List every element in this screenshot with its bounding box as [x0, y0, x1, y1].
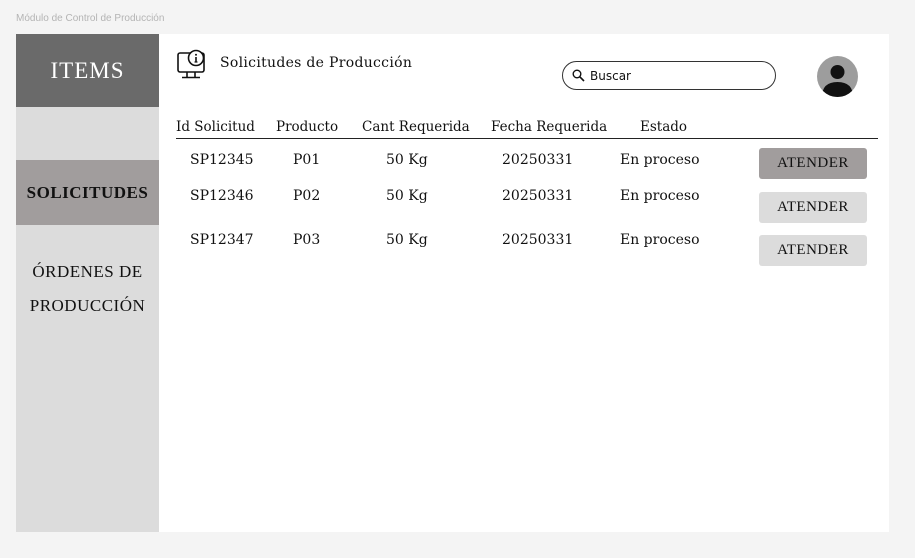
sidebar-item-ordenes-de-produccion[interactable]: ÓRDENES DE PRODUCCIÓN	[16, 256, 159, 322]
column-header-id-solicitud: Id Solicitud	[176, 119, 255, 135]
table-header: Id Solicitud Producto Cant Requerida Fec…	[176, 119, 878, 139]
cell-cantidad: 50 Kg	[386, 188, 428, 204]
sidebar: ITEMS SOLICITUDES ÓRDENES DE PRODUCCIÓN	[16, 34, 159, 532]
atender-button[interactable]: ATENDER	[759, 148, 867, 179]
avatar[interactable]	[817, 56, 858, 97]
column-header-cant-requerida: Cant Requerida	[362, 119, 470, 135]
column-header-estado: Estado	[640, 119, 688, 135]
column-header-fecha-requerida: Fecha Requerida	[491, 119, 608, 135]
column-header-producto: Producto	[276, 119, 339, 135]
cell-fecha: 20250331	[502, 152, 574, 168]
cell-id-solicitud: SP12347	[190, 232, 254, 248]
cell-estado: En proceso	[620, 152, 700, 168]
cell-fecha: 20250331	[502, 188, 574, 204]
app-frame: ITEMS SOLICITUDES ÓRDENES DE PRODUCCIÓN …	[16, 34, 889, 532]
cell-cantidad: 50 Kg	[386, 232, 428, 248]
user-icon	[822, 65, 853, 97]
page-title: Solicitudes de Producción	[220, 55, 413, 71]
info-monitor-icon	[177, 49, 205, 79]
table-row: SP12346 P02 50 Kg 20250331 En proceso AT…	[159, 188, 889, 224]
cell-fecha: 20250331	[502, 232, 574, 248]
table-row: SP12345 P01 50 Kg 20250331 En proceso AT…	[159, 148, 889, 180]
cell-producto: P03	[293, 232, 321, 248]
atender-button[interactable]: ATENDER	[759, 192, 867, 223]
cell-estado: En proceso	[620, 232, 700, 248]
cell-producto: P02	[293, 188, 321, 204]
sidebar-title: ITEMS	[16, 34, 159, 107]
cell-producto: P01	[293, 152, 321, 168]
cell-id-solicitud: SP12346	[190, 188, 254, 204]
cell-id-solicitud: SP12345	[190, 152, 254, 168]
search-input[interactable]: Buscar	[562, 61, 776, 90]
search-icon	[572, 69, 585, 82]
atender-button[interactable]: ATENDER	[759, 235, 867, 266]
cell-estado: En proceso	[620, 188, 700, 204]
cell-cantidad: 50 Kg	[386, 152, 428, 168]
frame-label: Módulo de Control de Producción	[16, 13, 165, 24]
search-placeholder: Buscar	[590, 68, 631, 83]
sidebar-item-solicitudes[interactable]: SOLICITUDES	[16, 160, 159, 225]
table-row: SP12347 P03 50 Kg 20250331 En proceso AT…	[159, 232, 889, 267]
main-content: Solicitudes de Producción Buscar Id Soli…	[159, 34, 889, 532]
